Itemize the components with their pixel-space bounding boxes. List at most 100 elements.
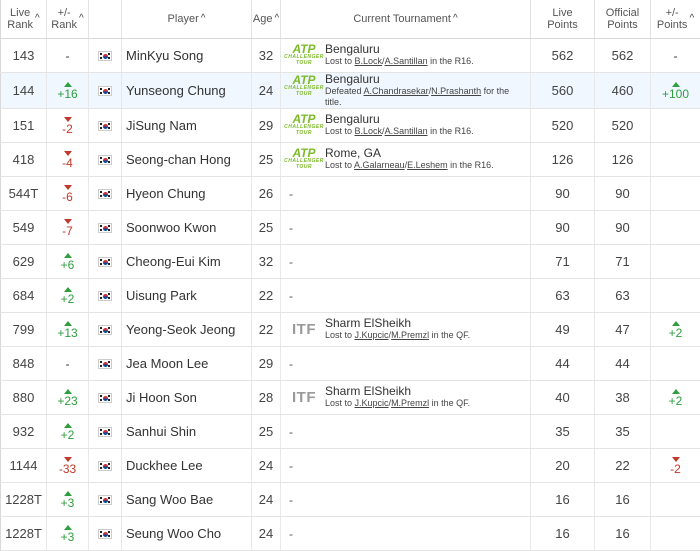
- player-name-cell[interactable]: Yunseong Chung: [122, 73, 252, 109]
- opponent-link[interactable]: A.Chandrasekar: [364, 86, 429, 96]
- player-name[interactable]: Sanhui Shin: [126, 424, 196, 439]
- player-name[interactable]: Duckhee Lee: [126, 458, 203, 473]
- opponent-link[interactable]: A.Santillan: [385, 126, 428, 136]
- table-row[interactable]: 1228T +3 Sang Woo Bae 24 - 16 16: [1, 483, 700, 517]
- age-value: 32: [259, 254, 273, 269]
- live-points-cell: 49: [531, 313, 595, 347]
- opponent-link[interactable]: N.Prashanth: [431, 86, 481, 96]
- rank-change-value: +2: [61, 292, 75, 306]
- header-live-points[interactable]: LivePoints: [531, 0, 595, 39]
- opponent-link[interactable]: J.Kupcic: [355, 330, 389, 340]
- flag-cell: [89, 73, 122, 109]
- table-row[interactable]: 418 -4 Seong-chan Hong 25 ATPCHALLENGER …: [1, 143, 700, 177]
- table-row[interactable]: 144 +16 Yunseong Chung 24 ATPCHALLENGER …: [1, 73, 700, 109]
- age-cell: 24: [252, 483, 281, 517]
- player-name-cell[interactable]: Yeong-Seok Jeong: [122, 313, 252, 347]
- points-change-value: +100: [662, 87, 689, 101]
- table-row[interactable]: 799 +13 Yeong-Seok Jeong 22 ITFSharm ElS…: [1, 313, 700, 347]
- table-row[interactable]: 848 - Jea Moon Lee 29 - 44 44: [1, 347, 700, 381]
- header-rank-change-line1: +/-: [58, 7, 71, 19]
- table-row[interactable]: 1228T +3 Seung Woo Cho 24 - 16 16: [1, 517, 700, 551]
- player-name-cell[interactable]: Sang Woo Bae: [122, 483, 252, 517]
- header-rank-change[interactable]: +/-Rank^: [47, 0, 89, 39]
- player-name[interactable]: Ji Hoon Son: [126, 390, 197, 405]
- player-name-cell[interactable]: Cheong-Eui Kim: [122, 245, 252, 279]
- table-row[interactable]: 143 - MinKyu Song 32 ATPCHALLENGER TOURB…: [1, 39, 700, 73]
- points-change-cell: [651, 109, 700, 143]
- result-suffix: in the QF.: [429, 398, 470, 408]
- table-row[interactable]: 549 -7 Soonwoo Kwon 25 - 90 90: [1, 211, 700, 245]
- header-points-change[interactable]: +/-Points^: [651, 0, 700, 39]
- table-row[interactable]: 932 +2 Sanhui Shin 25 - 35 35: [1, 415, 700, 449]
- flag-cell: [89, 517, 122, 551]
- official-points-value: 38: [615, 390, 629, 405]
- match-result: Lost to A.Galarneau/E.Leshem in the R16.: [325, 160, 528, 171]
- player-name-cell[interactable]: MinKyu Song: [122, 39, 252, 73]
- points-change-cell: +2: [651, 313, 700, 347]
- player-name[interactable]: Seong-chan Hong: [126, 152, 231, 167]
- player-name[interactable]: Cheong-Eui Kim: [126, 254, 221, 269]
- live-rank-value: 418: [13, 152, 35, 167]
- player-name[interactable]: Yeong-Seok Jeong: [126, 322, 235, 337]
- player-name-cell[interactable]: Sanhui Shin: [122, 415, 252, 449]
- player-name[interactable]: Yunseong Chung: [126, 83, 226, 98]
- player-name-cell[interactable]: Duckhee Lee: [122, 449, 252, 483]
- player-name[interactable]: Soonwoo Kwon: [126, 220, 216, 235]
- table-row[interactable]: 684 +2 Uisung Park 22 - 63 63: [1, 279, 700, 313]
- header-age-label: Age: [253, 13, 273, 25]
- header-official-points[interactable]: OfficialPoints: [595, 0, 651, 39]
- tournament-name[interactable]: Rome, GA: [325, 147, 528, 160]
- player-name-cell[interactable]: JiSung Nam: [122, 109, 252, 143]
- table-row[interactable]: 1144 -33 Duckhee Lee 24 - 20 22 -2: [1, 449, 700, 483]
- opponent-link[interactable]: M.Premzl: [391, 330, 429, 340]
- player-name[interactable]: Seung Woo Cho: [126, 526, 221, 541]
- south-korea-flag-icon: [98, 325, 112, 335]
- player-name[interactable]: Jea Moon Lee: [126, 356, 208, 371]
- tournament-cell: -: [281, 279, 531, 313]
- tournament-name[interactable]: Bengaluru: [325, 73, 528, 86]
- age-value: 29: [259, 356, 273, 371]
- opponent-link[interactable]: A.Galarneau: [354, 160, 405, 170]
- table-row[interactable]: 544T -6 Hyeon Chung 26 - 90 90: [1, 177, 700, 211]
- opponent-link[interactable]: B.Lock: [355, 56, 383, 66]
- tournament-name[interactable]: Sharm ElSheikh: [325, 317, 528, 330]
- opponent-link[interactable]: A.Santillan: [385, 56, 428, 66]
- opponent-link[interactable]: J.Kupcic: [355, 398, 389, 408]
- header-live-rank[interactable]: LiveRank^: [1, 0, 47, 39]
- tournament-name[interactable]: Bengaluru: [325, 43, 528, 56]
- official-points-value: 460: [612, 83, 634, 98]
- player-name-cell[interactable]: Seung Woo Cho: [122, 517, 252, 551]
- tournament-name[interactable]: Bengaluru: [325, 113, 528, 126]
- header-player[interactable]: Player^: [122, 0, 252, 39]
- table-row[interactable]: 629 +6 Cheong-Eui Kim 32 - 71 71: [1, 245, 700, 279]
- header-age[interactable]: Age^: [252, 0, 281, 39]
- opponent-link[interactable]: E.Leshem: [407, 160, 448, 170]
- player-name[interactable]: Sang Woo Bae: [126, 492, 213, 507]
- table-row[interactable]: 151 -2 JiSung Nam 29 ATPCHALLENGER TOURB…: [1, 109, 700, 143]
- table-row[interactable]: 880 +23 Ji Hoon Son 28 ITFSharm ElSheikh…: [1, 381, 700, 415]
- flag-cell: [89, 39, 122, 73]
- live-points-cell: 16: [531, 483, 595, 517]
- points-change-cell: -2: [651, 449, 700, 483]
- tournament-name[interactable]: Sharm ElSheikh: [325, 385, 528, 398]
- opponent-link[interactable]: B.Lock: [355, 126, 383, 136]
- player-name-cell[interactable]: Soonwoo Kwon: [122, 211, 252, 245]
- points-change-cell: +100: [651, 73, 700, 109]
- player-name[interactable]: JiSung Nam: [126, 118, 197, 133]
- rank-change: -6: [47, 177, 89, 211]
- atp-logo-subtext: CHALLENGER TOUR: [283, 85, 325, 97]
- tournament-text: Rome, GALost to A.Galarneau/E.Leshem in …: [325, 147, 528, 171]
- player-name[interactable]: Uisung Park: [126, 288, 197, 303]
- official-points-value: 47: [615, 322, 629, 337]
- player-name-cell[interactable]: Hyeon Chung: [122, 177, 252, 211]
- opponent-link[interactable]: M.Premzl: [391, 398, 429, 408]
- player-name-cell[interactable]: Ji Hoon Son: [122, 381, 252, 415]
- player-name-cell[interactable]: Uisung Park: [122, 279, 252, 313]
- live-rank: 418: [1, 143, 47, 177]
- player-name-cell[interactable]: Jea Moon Lee: [122, 347, 252, 381]
- rank-change-value: -4: [62, 156, 73, 170]
- header-tournament[interactable]: Current Tournament^: [281, 0, 531, 39]
- player-name[interactable]: MinKyu Song: [126, 48, 203, 63]
- player-name-cell[interactable]: Seong-chan Hong: [122, 143, 252, 177]
- player-name[interactable]: Hyeon Chung: [126, 186, 206, 201]
